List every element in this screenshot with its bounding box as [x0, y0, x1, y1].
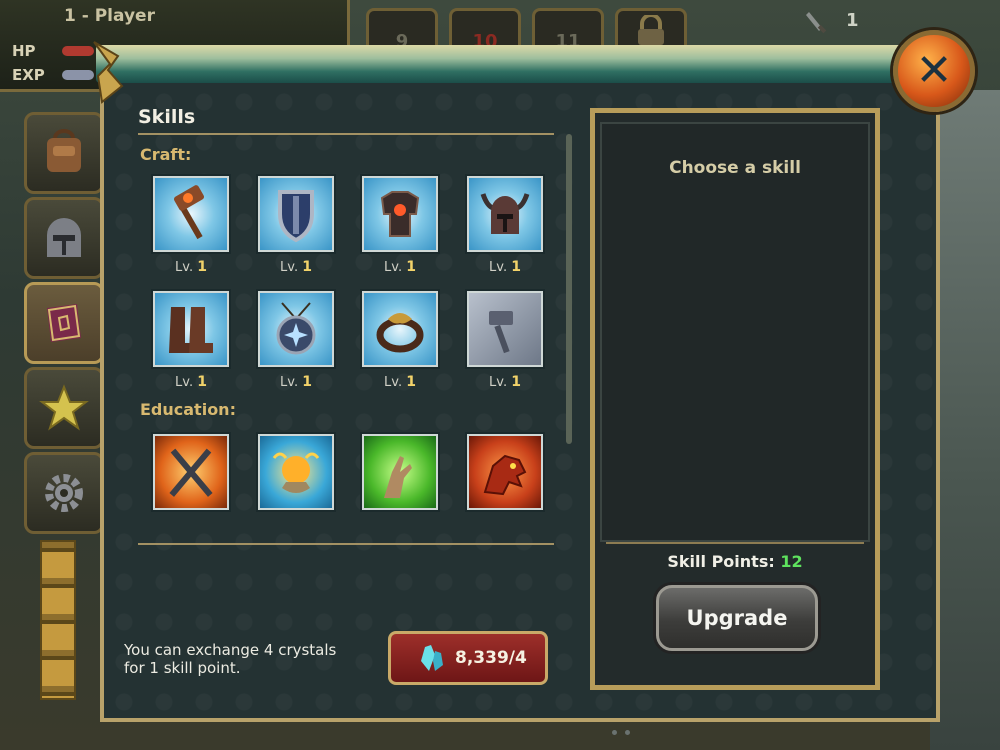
exchange-note: You can exchange 4 crystals for 1 skill …	[124, 641, 337, 677]
skill-level: Lv. 1	[489, 259, 521, 275]
tab-skills[interactable]	[24, 282, 104, 364]
skill-level: Lv. 1	[175, 374, 207, 390]
shield-icon	[278, 190, 314, 243]
crystal-icon	[421, 645, 443, 671]
divider	[606, 542, 864, 544]
lock-icon	[638, 13, 664, 45]
education-heading: Education:	[140, 400, 236, 419]
choose-skill-text: Choose a skill	[669, 158, 801, 178]
amulet-icon	[276, 302, 316, 355]
tab-achievements[interactable]	[24, 367, 104, 449]
skill-level: Lv. 1	[175, 259, 207, 275]
helmet-icon	[480, 193, 530, 234]
divider	[138, 543, 554, 545]
tab-settings[interactable]	[24, 452, 104, 534]
skill-level: Lv. 1	[384, 259, 416, 275]
skill-helmet[interactable]	[467, 176, 543, 252]
skill-points-value: 12	[780, 552, 803, 571]
divider	[138, 133, 554, 135]
scrollbar[interactable]	[566, 134, 572, 444]
panel-banner	[96, 45, 916, 83]
skill-shield[interactable]	[258, 176, 334, 252]
skill-nature[interactable]	[362, 434, 438, 510]
skill-level: Lv. 1	[384, 374, 416, 390]
skill-level: Lv. 1	[489, 374, 521, 390]
skill-boots[interactable]	[153, 291, 229, 367]
dragon-icon	[483, 454, 527, 496]
skill-smithing[interactable]	[467, 291, 543, 367]
gear-icon	[45, 474, 83, 512]
exchange-crystals-button[interactable]: 8,339/4	[388, 631, 548, 685]
skill-combat[interactable]	[153, 434, 229, 510]
sword-icon	[806, 12, 826, 34]
banner-ornament	[93, 41, 124, 104]
player-name: 1 - Player	[64, 6, 155, 26]
page-indicator	[612, 730, 630, 735]
spellbook-icon	[47, 304, 81, 342]
craft-heading: Craft:	[140, 145, 192, 164]
crystal-value: 8,339/4	[455, 648, 527, 668]
tab-inventory[interactable]	[24, 112, 104, 194]
skill-armor[interactable]	[362, 176, 438, 252]
skill-detail-area	[600, 122, 870, 542]
hand-icon	[384, 456, 412, 498]
skill-points-label: Skill Points:	[667, 552, 775, 571]
skill-ring[interactable]	[362, 291, 438, 367]
armor-icon	[380, 191, 420, 237]
skill-level: Lv. 1	[280, 259, 312, 275]
close-button[interactable]: ✕	[893, 30, 975, 112]
skill-dragon[interactable]	[467, 434, 543, 510]
skill-points: Skill Points: 12	[600, 552, 870, 571]
hammer-icon	[173, 185, 205, 240]
hp-label: HP	[12, 42, 36, 60]
skill-magic[interactable]	[258, 434, 334, 510]
skill-hammer[interactable]	[153, 176, 229, 252]
star-icon	[39, 384, 89, 431]
background-scene-right	[930, 90, 1000, 750]
skill-amulet[interactable]	[258, 291, 334, 367]
crossed-swords-icon	[169, 448, 213, 497]
side-ornament	[40, 540, 76, 700]
ring-icon	[376, 313, 424, 353]
knight-helmet-icon	[47, 218, 81, 257]
close-icon: ✕	[915, 45, 953, 96]
exp-label: EXP	[12, 66, 45, 84]
anvil-hammer-icon	[489, 311, 513, 354]
backpack-icon	[47, 129, 81, 172]
sword-count: 1	[846, 10, 859, 31]
upgrade-button[interactable]: Upgrade	[656, 585, 818, 651]
skill-level: Lv. 1	[280, 374, 312, 390]
tab-equipment[interactable]	[24, 197, 104, 279]
magic-orb-icon	[272, 452, 320, 493]
boots-icon	[169, 307, 213, 353]
skills-title: Skills	[138, 106, 196, 128]
